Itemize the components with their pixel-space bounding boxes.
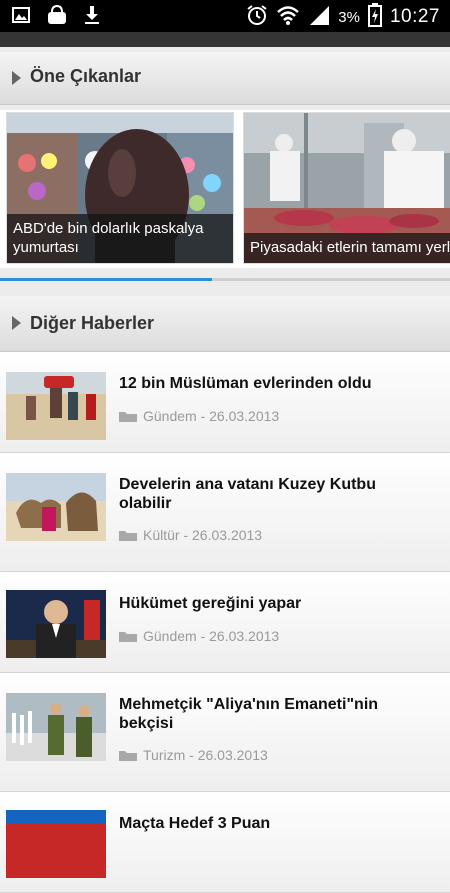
news-thumbnail (6, 810, 106, 878)
news-item[interactable]: Develerin ana vatanı Kuzey Kutbu olabili… (0, 453, 450, 572)
status-bar: 3% 10:27 (0, 0, 450, 32)
news-headline: Hükümet gereğini yapar (119, 595, 302, 612)
news-headline: Maçta Hedef 3 Puan (119, 815, 271, 832)
news-meta: Turizm - 26.03.2013 (119, 747, 268, 763)
news-meta: Gündem - 26.03.2013 (119, 628, 279, 644)
news-thumbnail (6, 693, 106, 761)
section-header-featured[interactable]: Öne Çıkanlar (0, 52, 450, 105)
news-thumbnail (6, 473, 106, 541)
news-headline: 12 bin Müslüman evlerinden oldu (119, 375, 372, 392)
caret-right-icon (12, 71, 21, 85)
featured-caption: Piyasadaki etlerin tamamı yerli (244, 233, 450, 263)
signal-icon (308, 4, 330, 30)
news-list: 12 bin Müslüman evlerinden oldu Gündem -… (0, 352, 450, 893)
news-meta: Kültür - 26.03.2013 (119, 527, 262, 543)
news-meta: Gündem - 26.03.2013 (119, 408, 279, 424)
action-bar-strip (0, 32, 450, 47)
folder-icon (119, 632, 137, 642)
news-item[interactable]: Maçta Hedef 3 Puan (0, 792, 450, 893)
news-headline: Develerin ana vatanı Kuzey Kutbu olabili… (119, 476, 376, 512)
news-meta-text: Turizm - 26.03.2013 (143, 747, 268, 763)
clock: 10:27 (389, 6, 440, 27)
section-title: Öne Çıkanlar (30, 66, 142, 86)
carousel-scroll-indicator (0, 278, 450, 281)
folder-icon (119, 751, 137, 761)
news-thumbnail (6, 590, 106, 658)
news-item[interactable]: Mehmetçik "Aliya'nın Emaneti"nin bekçisi… (0, 673, 450, 792)
news-meta-text: Gündem - 26.03.2013 (143, 408, 280, 424)
folder-icon (119, 531, 137, 541)
featured-card[interactable]: ABD'de bin dolarlık paskalya yumurtası (6, 112, 234, 264)
news-thumbnail (6, 372, 106, 440)
battery-text: 3% (338, 8, 360, 26)
carousel-scroll-fill (0, 278, 212, 281)
download-icon (84, 5, 100, 30)
section-header-other[interactable]: Diğer Haberler (0, 296, 450, 352)
featured-carousel[interactable]: ABD'de bin dolarlık paskalya yumurtası P… (0, 110, 450, 268)
news-item[interactable]: Hükümet gereğini yapar Gündem - 26.03.20… (0, 572, 450, 673)
image-icon (12, 7, 30, 28)
battery-icon (367, 3, 382, 31)
news-headline: Mehmetçik "Aliya'nın Emaneti"nin bekçisi (119, 696, 379, 732)
caret-right-icon (12, 316, 21, 330)
news-meta-text: Kültür - 26.03.2013 (143, 527, 263, 543)
news-item[interactable]: 12 bin Müslüman evlerinden oldu Gündem -… (0, 352, 450, 453)
folder-icon (119, 412, 137, 422)
featured-card[interactable]: Piyasadaki etlerin tamamı yerli (243, 112, 450, 264)
wifi-icon (276, 4, 300, 30)
shopping-bag-icon (46, 4, 68, 30)
featured-caption: ABD'de bin dolarlık paskalya yumurtası (7, 214, 233, 263)
news-meta-text: Gündem - 26.03.2013 (143, 628, 280, 644)
section-title: Diğer Haberler (30, 313, 155, 333)
alarm-icon (246, 4, 268, 30)
